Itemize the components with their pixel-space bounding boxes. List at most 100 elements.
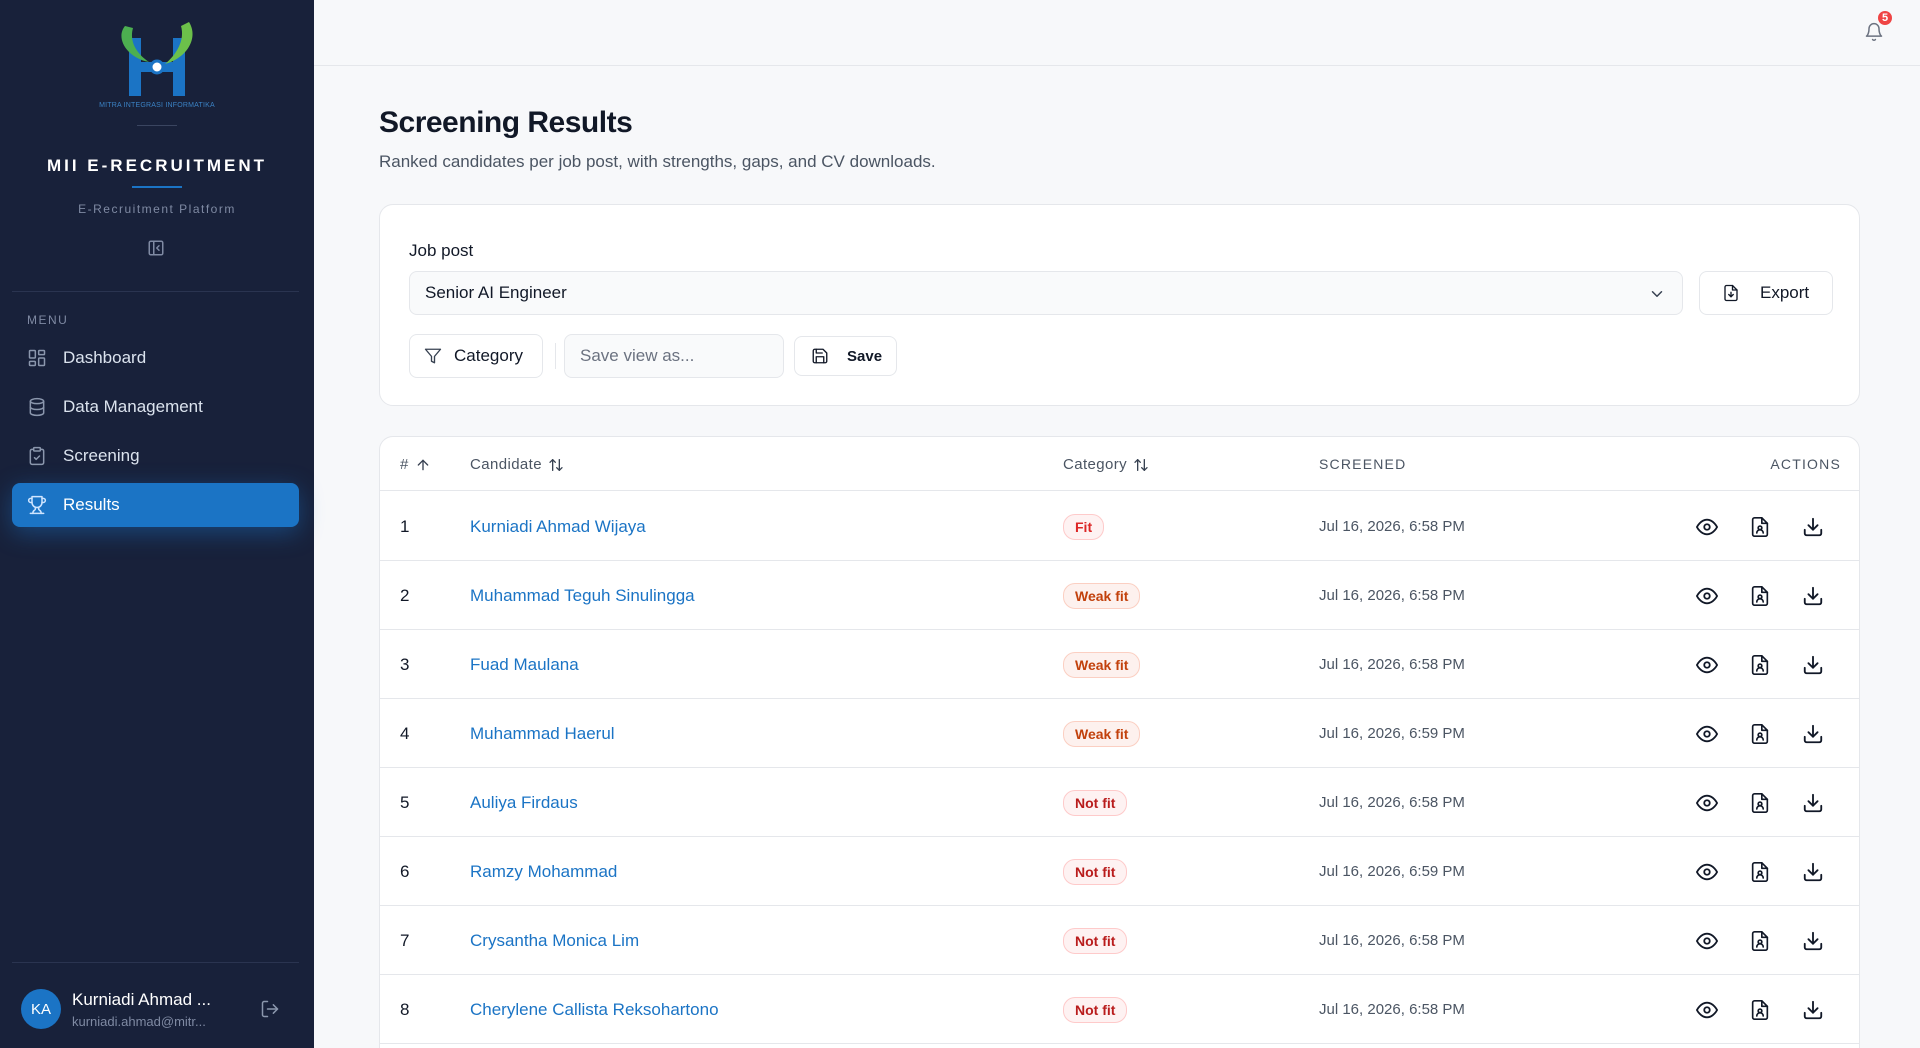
- candidate-name-link[interactable]: Cherylene Callista Reksohartono: [470, 975, 719, 1044]
- eye-icon: [1696, 656, 1718, 674]
- category-badge: Not fit: [1063, 858, 1128, 885]
- filter-divider: [555, 343, 556, 369]
- actions-column-header: Actions: [1770, 456, 1841, 472]
- view-details-button[interactable]: [1696, 999, 1718, 1021]
- view-cv-button[interactable]: [1749, 861, 1771, 883]
- arrow-up-icon: [417, 459, 429, 470]
- view-cv-button[interactable]: [1749, 516, 1771, 538]
- logout-icon[interactable]: [260, 999, 280, 1019]
- user-email: kurniadi.ahmad@mitr...: [72, 1013, 206, 1029]
- category-cell: Not fit: [1063, 768, 1128, 837]
- rank-column-header[interactable]: #: [400, 456, 431, 473]
- category-cell: Weak fit: [1063, 630, 1141, 699]
- download-cv-button[interactable]: [1802, 585, 1824, 607]
- view-cv-button[interactable]: [1749, 930, 1771, 952]
- view-cv-button[interactable]: [1749, 654, 1771, 676]
- download-icon: [1803, 586, 1823, 606]
- view-details-button[interactable]: [1696, 516, 1718, 538]
- candidate-name-link[interactable]: Ramzy Mohammad: [470, 837, 617, 906]
- logo-caption: MITRA INTEGRASI INFORMATIKA: [99, 102, 215, 109]
- screened-date: Jul 16, 2026, 6:58 PM: [1319, 656, 1465, 673]
- rank-header-label: #: [400, 456, 409, 473]
- job-post-value: Senior AI Engineer: [425, 283, 567, 302]
- sidebar-item-screening[interactable]: Screening: [12, 434, 299, 478]
- mii-logo-icon: [121, 22, 193, 96]
- file-user-icon: [1751, 1000, 1769, 1020]
- category-badge: Weak fit: [1063, 720, 1141, 747]
- view-details-button[interactable]: [1696, 930, 1718, 952]
- category-badge: Not fit: [1063, 996, 1128, 1023]
- file-download-icon: [1724, 284, 1738, 302]
- candidate-column-header[interactable]: Candidate: [470, 456, 564, 473]
- job-post-select[interactable]: Senior AI Engineer: [409, 271, 1683, 315]
- trophy-icon: [27, 495, 47, 515]
- candidate-name-link[interactable]: Kurniadi Ahmad Wijaya: [470, 492, 646, 561]
- category-badge: Not fit: [1063, 789, 1128, 816]
- candidate-name-link[interactable]: Crysantha Monica Lim: [470, 906, 639, 975]
- screened-date: Jul 16, 2026, 6:58 PM: [1319, 518, 1465, 535]
- screened-date: Jul 16, 2026, 6:58 PM: [1319, 587, 1465, 604]
- download-icon: [1803, 862, 1823, 882]
- candidate-name-link[interactable]: Muhammad Teguh Sinulingga: [470, 561, 695, 630]
- sidebar-item-dashboard[interactable]: Dashboard: [12, 336, 299, 380]
- download-cv-button[interactable]: [1802, 654, 1824, 676]
- clipboard-check-icon: [29, 446, 45, 466]
- candidate-name-link[interactable]: Auliya Firdaus: [470, 768, 578, 837]
- top-bar: 5: [314, 0, 1920, 66]
- category-filter-button[interactable]: Category: [409, 334, 543, 378]
- view-details-button[interactable]: [1696, 585, 1718, 607]
- rank-cell: 6: [400, 861, 410, 881]
- file-user-icon: [1751, 655, 1769, 675]
- category-badge: Weak fit: [1063, 651, 1141, 678]
- page-subtitle: Ranked candidates per job post, with str…: [379, 152, 936, 171]
- rank-cell: 7: [400, 930, 410, 950]
- category-column-header[interactable]: Category: [1063, 456, 1149, 473]
- table-header: # Candidate Category Screened Actions: [380, 437, 1859, 491]
- table-row: 6 Ramzy Mohammad Not fit Jul 16, 2026, 6…: [380, 837, 1859, 906]
- user-name: Kurniadi Ahmad ...: [72, 989, 211, 1009]
- save-view-button[interactable]: Save: [794, 336, 897, 376]
- view-cv-button[interactable]: [1749, 723, 1771, 745]
- download-cv-button[interactable]: [1802, 792, 1824, 814]
- candidate-name-link[interactable]: Muhammad Haerul: [470, 699, 615, 768]
- view-details-button[interactable]: [1696, 792, 1718, 814]
- collapse-sidebar-icon[interactable]: [147, 239, 165, 257]
- download-cv-button[interactable]: [1802, 516, 1824, 538]
- job-post-label: Job post: [409, 241, 474, 260]
- view-cv-button[interactable]: [1749, 999, 1771, 1021]
- rank-cell: 1: [400, 516, 410, 536]
- save-view-input[interactable]: [564, 334, 784, 378]
- view-cv-button[interactable]: [1749, 792, 1771, 814]
- view-cv-button[interactable]: [1749, 585, 1771, 607]
- user-profile[interactable]: KA Kurniadi Ahmad ... kurniadi.ahmad@mit…: [21, 989, 232, 1029]
- rank-cell: 4: [400, 723, 410, 743]
- file-user-icon: [1751, 517, 1769, 537]
- candidate-name-link[interactable]: Fuad Maulana: [470, 630, 579, 699]
- download-cv-button[interactable]: [1802, 861, 1824, 883]
- sidebar-item-label: Results: [63, 495, 120, 514]
- sort-icon: [549, 458, 563, 471]
- save-view-label: Save: [847, 347, 883, 365]
- download-icon: [1803, 655, 1823, 675]
- view-details-button[interactable]: [1696, 723, 1718, 745]
- download-cv-button[interactable]: [1802, 930, 1824, 952]
- sidebar-item-results[interactable]: Results: [12, 483, 299, 527]
- sidebar-item-label: Dashboard: [63, 348, 147, 367]
- candidate-header-label: Candidate: [470, 456, 542, 473]
- view-details-button[interactable]: [1696, 861, 1718, 883]
- rank-cell: 8: [400, 999, 410, 1019]
- view-details-button[interactable]: [1696, 654, 1718, 676]
- download-cv-button[interactable]: [1802, 723, 1824, 745]
- table-row: 2 Muhammad Teguh Sinulingga Weak fit Jul…: [380, 561, 1859, 630]
- eye-icon: [1696, 725, 1718, 743]
- page-title: Screening Results: [379, 106, 633, 139]
- sidebar-nav: Dashboard Data Management Screening Resu…: [12, 336, 299, 532]
- category-badge: Not fit: [1063, 927, 1128, 954]
- rank-cell: 3: [400, 654, 410, 674]
- export-button[interactable]: Export: [1699, 271, 1833, 315]
- sidebar-item-data-management[interactable]: Data Management: [12, 385, 299, 429]
- screened-date: Jul 16, 2026, 6:58 PM: [1319, 794, 1465, 811]
- download-cv-button[interactable]: [1802, 999, 1824, 1021]
- export-label: Export: [1760, 283, 1810, 302]
- dashboard-icon: [28, 349, 46, 367]
